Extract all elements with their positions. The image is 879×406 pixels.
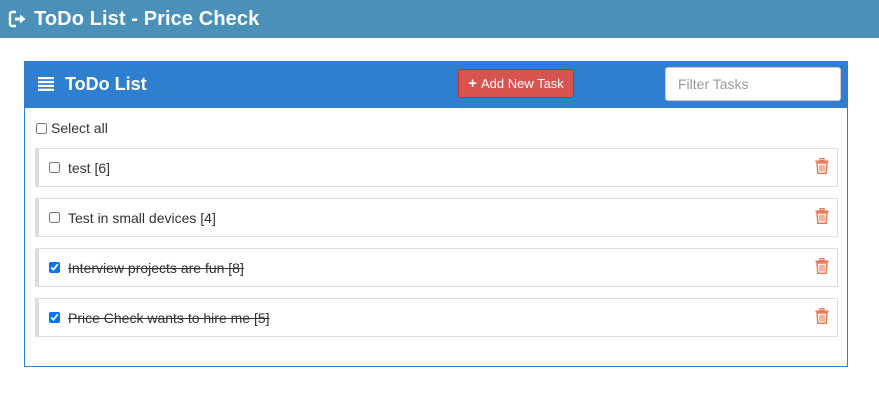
task-list: test [6] Test in small devices [4] Inter…: [35, 148, 838, 348]
task-label: Test in small devices [4]: [68, 209, 216, 226]
task-label: Price Check wants to hire me [5]: [68, 309, 270, 326]
app-title: ToDo List - Price Check: [34, 7, 260, 30]
add-new-task-label: Add New Task: [480, 76, 564, 91]
task-checkbox[interactable]: [49, 312, 60, 323]
trash-icon[interactable]: [815, 157, 829, 174]
task-checkbox[interactable]: [49, 262, 60, 273]
list-icon: [38, 77, 54, 91]
task-label: test [6]: [68, 159, 111, 176]
task-item: test [6]: [35, 148, 838, 187]
task-label: Interview projects are fun [8]: [68, 259, 244, 276]
trash-icon[interactable]: [815, 257, 829, 274]
todo-panel: ToDo List + Add New Task Select all test…: [24, 61, 848, 367]
top-bar: ToDo List - Price Check: [0, 0, 879, 38]
trash-icon[interactable]: [815, 207, 829, 224]
panel-header: ToDo List + Add New Task: [25, 62, 847, 108]
logout-icon[interactable]: [8, 9, 28, 29]
select-all-checkbox[interactable]: [36, 122, 47, 134]
panel-title: ToDo List: [65, 74, 147, 94]
add-new-task-button[interactable]: + Add New Task: [458, 69, 574, 98]
task-item: Interview projects are fun [8]: [35, 248, 838, 287]
task-checkbox[interactable]: [49, 162, 60, 173]
task-item: Test in small devices [4]: [35, 198, 838, 237]
select-all[interactable]: Select all: [36, 120, 108, 136]
task-item: Price Check wants to hire me [5]: [35, 298, 838, 337]
select-all-label: Select all: [51, 120, 108, 136]
trash-icon[interactable]: [815, 307, 829, 324]
plus-icon: +: [468, 75, 477, 92]
task-checkbox[interactable]: [49, 212, 60, 223]
filter-tasks-input[interactable]: [665, 67, 841, 101]
